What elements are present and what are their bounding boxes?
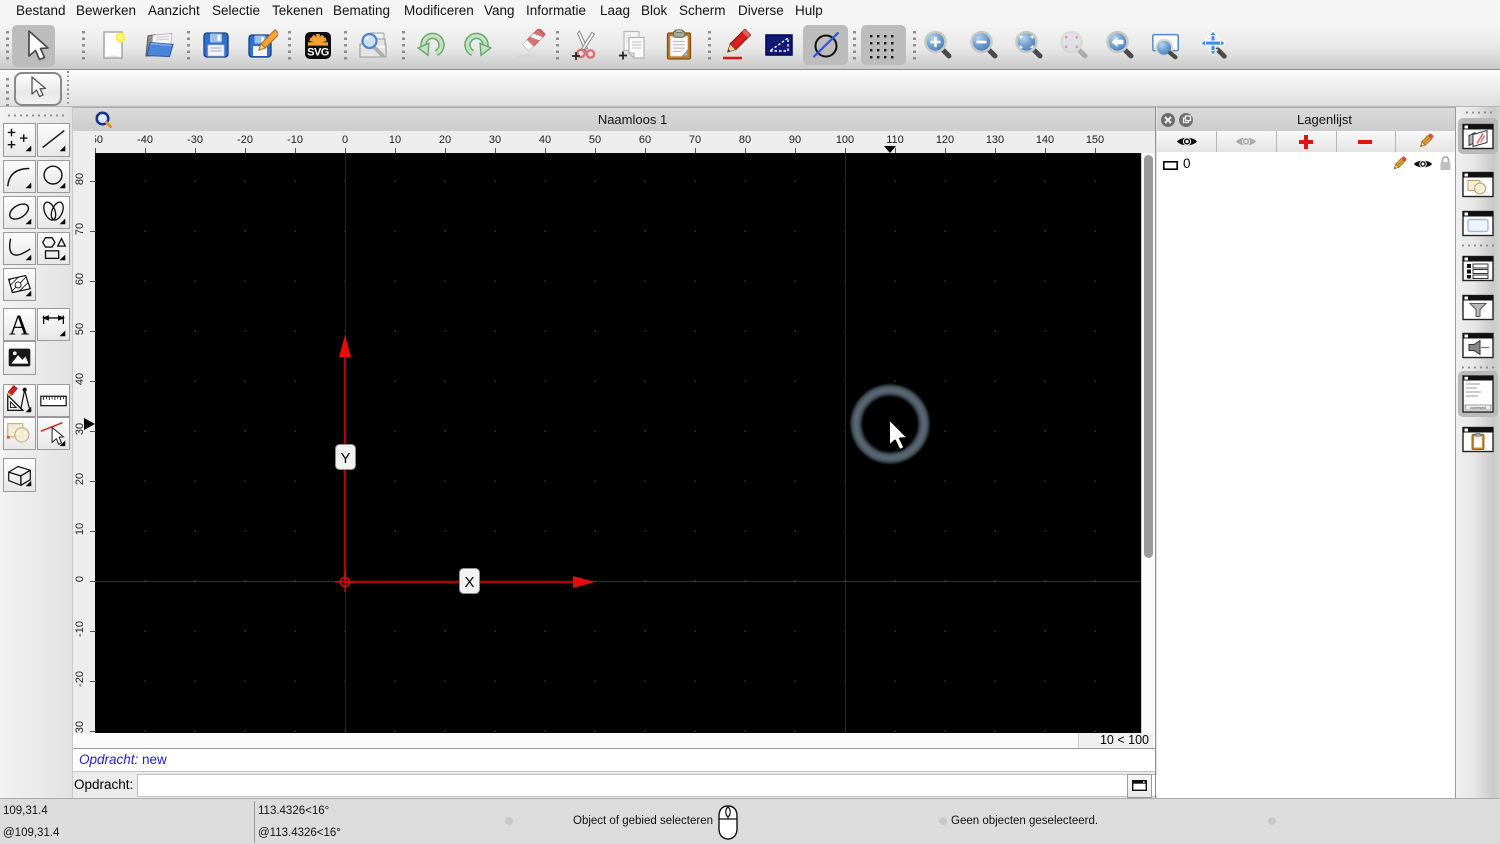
svg-text:X: X [464, 574, 474, 591]
svg-text:SVG: SVG [307, 47, 329, 59]
svg-text:A: A [8, 310, 29, 340]
svg-text:Y: Y [340, 450, 350, 467]
svg-text:command: command [1470, 406, 1485, 410]
